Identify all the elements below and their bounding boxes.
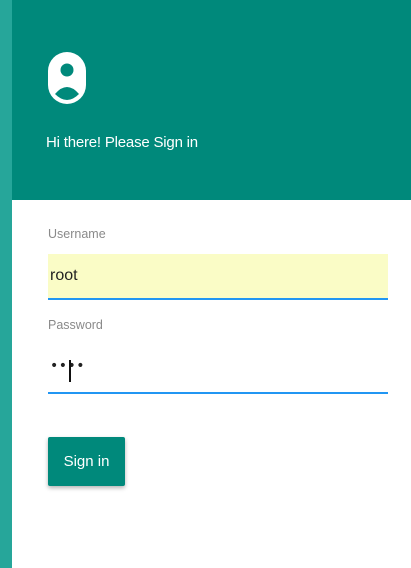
- username-label: Username: [48, 227, 106, 241]
- password-input[interactable]: ••••: [50, 358, 85, 374]
- password-label: Password: [48, 318, 103, 332]
- greeting-text: Hi there! Please Sign in: [46, 134, 198, 151]
- account-circle-icon: [48, 52, 86, 104]
- sign-in-button[interactable]: Sign in: [48, 437, 125, 486]
- login-card: Hi there! Please Sign in Username root P…: [12, 0, 411, 568]
- text-caret: [69, 360, 71, 382]
- username-input[interactable]: root: [50, 267, 380, 285]
- username-field[interactable]: root: [48, 254, 388, 300]
- password-field[interactable]: ••••: [48, 348, 388, 394]
- card-header: Hi there! Please Sign in: [12, 0, 411, 200]
